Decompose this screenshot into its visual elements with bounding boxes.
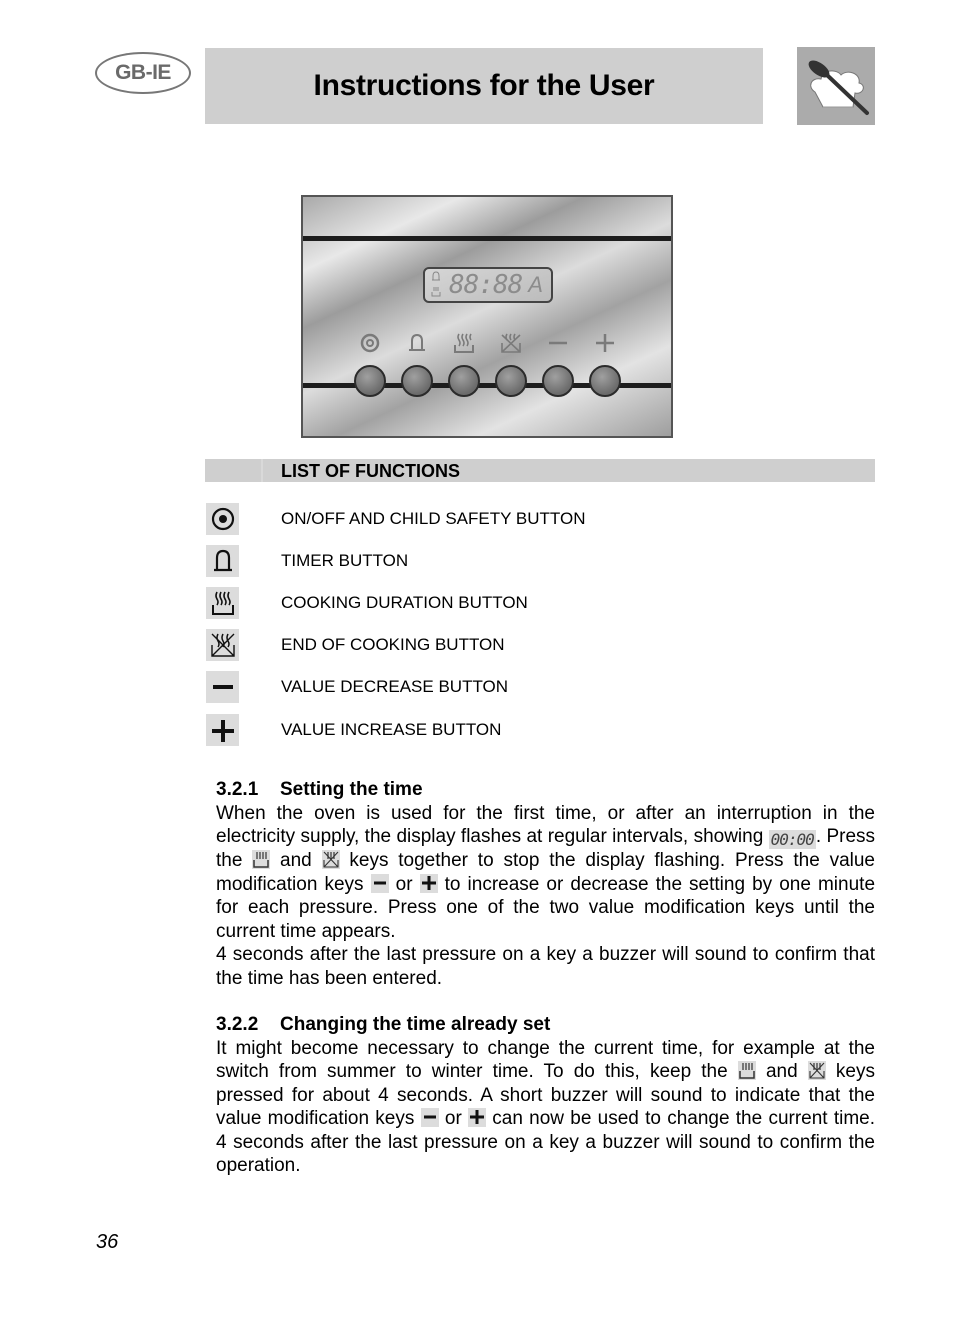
section-changing-time: 3.2.2 Changing the time already set It mi…: [216, 1013, 875, 1178]
function-item: VALUE INCREASE BUTTON: [206, 714, 501, 746]
panel-top-band: [303, 236, 671, 241]
text-run: or: [388, 873, 420, 895]
on-off-icon: [358, 331, 382, 355]
end-of-cooking-knob: [495, 365, 527, 397]
function-item: COOKING DURATION BUTTON: [206, 587, 528, 619]
chef-hat-spoon-icon: [797, 47, 875, 125]
function-item: ON/OFF AND CHILD SAFETY BUTTON: [206, 503, 585, 535]
section-setting-time: 3.2.1 Setting the time When the oven is u…: [216, 778, 875, 990]
minus-icon: [206, 671, 239, 703]
section-paragraph: It might become necessary to change the …: [216, 1037, 875, 1178]
section-number: 3.2.2: [216, 1014, 259, 1035]
oven-control-panel: 88:88 A: [301, 195, 673, 438]
end-of-cooking-icon: [807, 1061, 826, 1080]
region-badge: GB-IE: [95, 52, 191, 94]
text-run: or: [438, 1108, 469, 1129]
timer-knob: [401, 365, 433, 397]
region-badge-text: GB-IE: [115, 61, 171, 84]
end-of-cooking-icon: [206, 629, 239, 661]
bell-icon: [405, 331, 429, 355]
on-off-icon: [206, 503, 239, 535]
function-label: TIMER BUTTON: [281, 551, 409, 570]
bell-icon: [431, 271, 443, 284]
increase-knob: [589, 365, 621, 397]
function-label: VALUE INCREASE BUTTON: [281, 720, 502, 739]
plus-icon: [593, 331, 617, 355]
function-label: VALUE DECREASE BUTTON: [281, 677, 509, 696]
section-heading: 3.2.1 Setting the time: [216, 778, 875, 802]
cooking-duration-icon: [737, 1061, 756, 1080]
cooking-duration-icon: [252, 850, 271, 869]
section-number: 3.2.1: [216, 779, 259, 800]
decrease-knob: [542, 365, 574, 397]
minus-icon: [370, 873, 389, 893]
page-title: Instructions for the User: [313, 69, 655, 102]
text-run: and: [270, 850, 322, 871]
plus-icon: [419, 873, 438, 893]
section-paragraph: When the oven is used for the first time…: [216, 802, 875, 944]
on-off-knob: [354, 365, 386, 397]
end-of-cooking-icon: [499, 331, 523, 355]
section-heading: 3.2.2 Changing the time already set: [216, 1013, 875, 1037]
cooking-duration-knob: [448, 365, 480, 397]
end-of-cooking-icon: [321, 850, 340, 869]
cooking-pot-icon: [431, 286, 443, 299]
text-run: and: [755, 1061, 808, 1082]
section-paragraph: 4 seconds after the last pressure on a k…: [216, 944, 875, 989]
minus-icon: [546, 331, 570, 355]
header-divider: [261, 459, 263, 482]
plus-icon: [206, 714, 239, 746]
function-label: END OF COOKING BUTTON: [281, 635, 505, 654]
section-title: Setting the time: [280, 779, 423, 800]
function-label: ON/OFF AND CHILD SAFETY BUTTON: [281, 509, 586, 528]
display-digits: 88:88: [449, 270, 523, 300]
plus-icon: [468, 1108, 487, 1127]
function-item: VALUE DECREASE BUTTON: [206, 671, 508, 703]
functions-header: LIST OF FUNCTIONS: [205, 459, 875, 482]
functions-heading: LIST OF FUNCTIONS: [281, 461, 460, 481]
section-title: Changing the time already set: [280, 1014, 551, 1035]
function-item: END OF COOKING BUTTON: [206, 629, 505, 661]
cooking-duration-icon: [206, 587, 239, 619]
bell-icon: [206, 545, 239, 577]
display-indicators: [431, 271, 443, 299]
display-mode: A: [528, 272, 543, 297]
cooking-duration-icon: [452, 331, 476, 355]
clock-display: 88:88 A: [423, 267, 553, 303]
page-title-bar: Instructions for the User: [205, 48, 763, 124]
page-number: 36: [96, 1231, 119, 1253]
minus-icon: [420, 1108, 439, 1127]
function-item: TIMER BUTTON: [206, 545, 408, 577]
time-display-icon: 00:00: [768, 830, 816, 849]
function-label: COOKING DURATION BUTTON: [281, 593, 528, 612]
